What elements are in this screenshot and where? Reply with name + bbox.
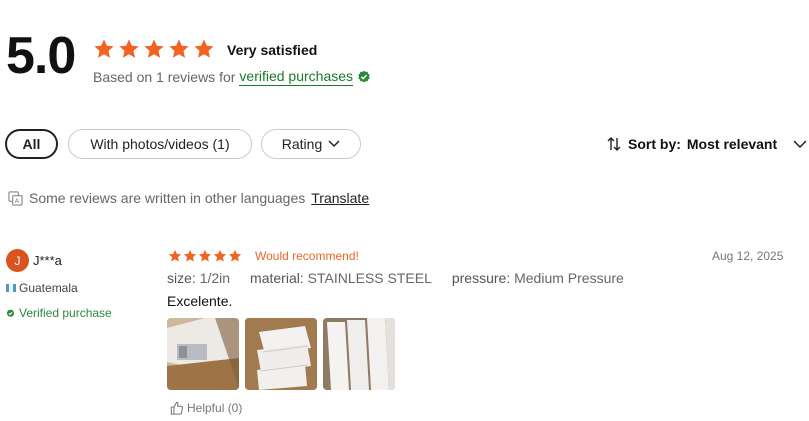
svg-text:A: A (15, 197, 20, 205)
review-photo-thumbnail[interactable] (167, 318, 239, 390)
sort-prefix: Sort by: (628, 136, 681, 152)
review-text: Excelente. (167, 293, 233, 309)
verified-purchase-badge: Verified purchase (6, 306, 112, 320)
chevron-down-icon (328, 140, 340, 148)
recommend-label: Would recommend! (255, 249, 359, 263)
filter-rating-label: Rating (281, 136, 323, 152)
attribute-material: material: STAINLESS STEEL (250, 270, 432, 286)
verified-badge-icon (358, 70, 370, 83)
star-icon (228, 249, 242, 262)
product-attributes: size: 1/2in material: STAINLESS STEEL pr… (167, 270, 624, 286)
star-icon (168, 249, 182, 262)
filter-rating-dropdown[interactable]: Rating (261, 129, 361, 159)
filter-all-chip[interactable]: All (5, 129, 58, 159)
rating-label: Very satisfied (227, 42, 318, 58)
translate-link[interactable]: Translate (311, 190, 369, 206)
filter-all-label: All (22, 136, 41, 152)
filter-photos-chip[interactable]: With photos/videos (1) (68, 129, 252, 159)
photo-content (167, 318, 239, 390)
attribute-size: size: 1/2in (167, 270, 230, 286)
filter-photos-label: With photos/videos (1) (90, 136, 230, 152)
attribute-value: Medium Pressure (514, 270, 624, 286)
translate-notice: A Some reviews are written in other lang… (8, 190, 369, 206)
attribute-value: 1/2in (199, 270, 231, 286)
star-icon (94, 39, 114, 58)
translate-icon: A (8, 190, 23, 206)
attribute-key: material: (250, 270, 304, 286)
helpful-label: Helpful (0) (187, 401, 243, 415)
verified-purchases-link[interactable]: verified purchases (239, 68, 354, 86)
verified-purchase-label: Verified purchase (19, 306, 112, 320)
star-icon (183, 249, 197, 262)
flag-icon (6, 284, 16, 292)
star-icon (198, 249, 212, 262)
reviewer-country: Guatemala (6, 281, 78, 295)
attribute-key: pressure: (451, 270, 511, 286)
overall-stars (93, 38, 215, 60)
review-stars (168, 249, 242, 263)
sort-dropdown[interactable]: Sort by: Most relevant (606, 136, 807, 152)
attribute-key: size: (167, 270, 196, 286)
translate-notice-text: Some reviews are written in other langua… (29, 190, 306, 206)
avatar: J (6, 249, 29, 272)
chevron-down-icon (793, 140, 807, 148)
attribute-pressure: pressure: Medium Pressure (452, 270, 624, 286)
review-photo-thumbnail[interactable] (323, 318, 395, 390)
star-icon (194, 39, 214, 58)
based-on-line: Based on 1 reviews for verified purchase… (93, 68, 371, 86)
attribute-value: STAINLESS STEEL (307, 270, 432, 286)
sort-value: Most relevant (686, 136, 778, 152)
photo-content (323, 318, 395, 390)
verified-badge-icon (6, 308, 15, 317)
star-icon (144, 39, 164, 58)
sort-arrows-icon (607, 137, 621, 151)
based-on-text: Based on 1 reviews for (93, 69, 236, 85)
reviewer-name: J***a (33, 253, 62, 268)
country-label: Guatemala (19, 281, 78, 295)
review-date: Aug 12, 2025 (712, 249, 784, 263)
review-photo-thumbnail[interactable] (245, 318, 317, 390)
star-icon (213, 249, 227, 262)
photo-content (245, 318, 317, 390)
thumbs-up-icon (170, 401, 184, 415)
star-icon (119, 39, 139, 58)
rating-score: 5.0 (6, 27, 76, 85)
helpful-button[interactable]: Helpful (0) (170, 401, 242, 415)
star-icon (169, 39, 189, 58)
